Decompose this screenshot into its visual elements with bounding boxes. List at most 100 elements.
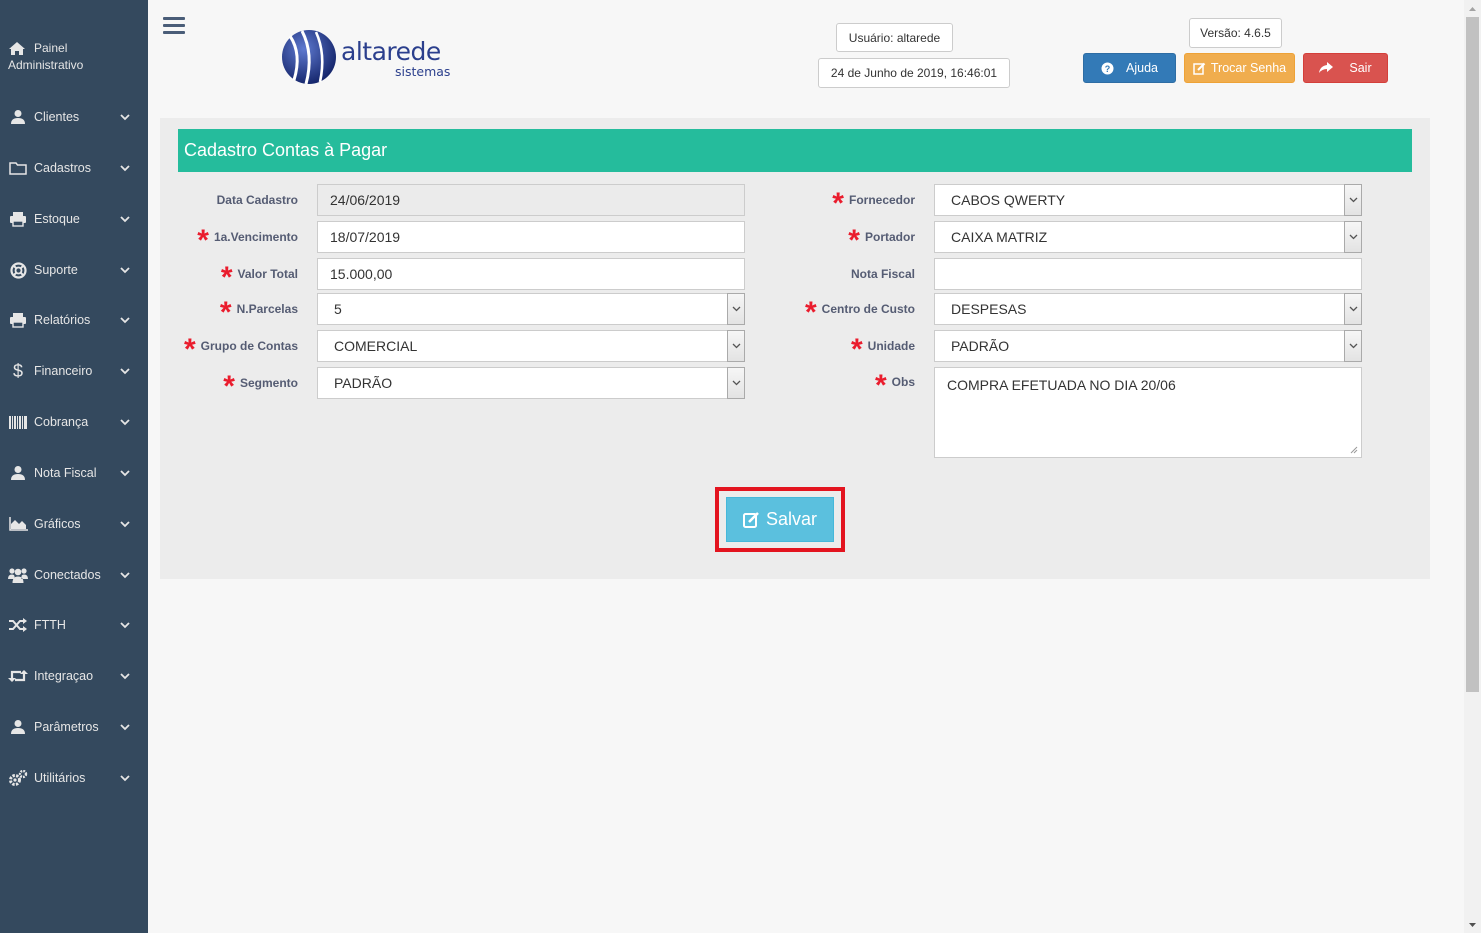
fornecedor-selected-value: CABOS QWERTY [951,192,1066,208]
sidebar-admin-label-1: Painel [34,41,68,55]
chevron-down-icon[interactable] [1344,330,1362,362]
sidebar-item-financeiro[interactable]: $ Financeiro [0,355,148,387]
chevron-down-icon[interactable] [727,293,745,325]
sidebar-item-label: Estoque [34,212,80,226]
share-arrow-icon [1319,62,1334,73]
question-circle-icon: ? [1101,62,1114,74]
parcelas-label: * N.Parcelas [178,293,298,329]
parcelas-label-text: N.Parcelas [236,302,298,316]
sidebar-item-integracao[interactable]: Integraçao [0,660,148,692]
sidebar-item-suporte[interactable]: Suporte [0,254,148,286]
data-cadastro-field: 24/06/2019 [317,184,745,216]
user-icon [7,719,29,735]
portador-select[interactable]: CAIXA MATRIZ [934,221,1362,253]
sidebar-item-nota-fiscal[interactable]: Nota Fiscal [0,457,148,489]
centro-custo-label: * Centro de Custo [795,293,915,328]
sidebar-item-conectados[interactable]: Conectados [0,559,148,591]
resize-grip-icon[interactable] [1350,446,1358,454]
fornecedor-label: * Fornecedor [795,184,915,219]
vertical-scrollbar[interactable] [1464,0,1481,933]
save-button[interactable]: Salvar [726,497,834,542]
unidade-label: * Unidade [795,330,915,365]
sidebar-item-estoque[interactable]: Estoque [0,203,148,235]
chevron-down-icon [118,723,132,731]
gears-icon [7,769,29,787]
parcelas-select[interactable]: 5 [317,293,745,325]
portador-label: * Portador [795,221,915,256]
chevron-down-icon[interactable] [727,367,745,399]
globe-logo-icon [282,30,336,85]
retweet-icon [7,669,29,683]
required-asterisk-icon: * [223,370,235,403]
unidade-label-text: Unidade [867,339,915,353]
sidebar-item-ftth[interactable]: FTTH [0,609,148,641]
printer-icon [7,211,29,227]
vencimento-label-text: 1a.Vencimento [213,230,298,244]
sidebar-item-label: Integraçao [34,669,94,683]
segmento-select[interactable]: PADRÃO [317,367,745,399]
grupo-contas-select[interactable]: COMERCIAL [317,330,745,362]
save-label: Salvar [765,509,818,529]
help-label: Ajuda [1126,61,1158,75]
sidebar-admin-panel[interactable]: Painel Administrativo [8,40,138,74]
grupo-contas-selected-value: COMERCIAL [334,338,418,354]
chevron-down-icon [118,316,132,324]
logo: altarede sistemas [278,27,468,89]
fornecedor-label-text: Fornecedor [848,193,915,207]
sidebar-item-parametros[interactable]: Parâmetros [0,711,148,743]
change-password-label: Trocar Senha [1210,61,1287,75]
logout-button[interactable]: Sair [1303,53,1388,83]
valor-total-label: * Valor Total [178,258,298,294]
data-cadastro-label-text: Data Cadastro [216,193,298,207]
unidade-select[interactable]: PADRÃO [934,330,1362,362]
chevron-down-icon [118,113,132,121]
sidebar-item-cadastros[interactable]: Cadastros [0,152,148,184]
fornecedor-select[interactable]: CABOS QWERTY [934,184,1362,216]
chevron-down-icon[interactable] [1344,221,1362,253]
nota-fiscal-field[interactable] [934,258,1362,290]
printer-icon [7,312,29,328]
folder-icon [7,161,29,175]
portador-label-text: Portador [864,230,915,244]
sidebar-item-label: Nota Fiscal [34,466,97,480]
chevron-down-icon[interactable] [1344,184,1362,216]
sidebar-item-label: Relatórios [34,313,91,327]
centro-custo-label-text: Centro de Custo [821,302,915,316]
chevron-down-icon [118,621,132,629]
panel-title: Cadastro Contas à Pagar [178,129,1412,172]
sidebar-item-label: Conectados [34,568,101,582]
chevron-down-icon [118,164,132,172]
sidebar-item-cobranca[interactable]: Cobrança [0,406,148,438]
segmento-label-text: Segmento [239,376,298,390]
sidebar-item-label: Parâmetros [34,720,99,734]
chevron-down-icon[interactable] [1344,293,1362,325]
obs-textarea[interactable]: COMPRA EFETUADA NO DIA 20/06 [934,367,1362,458]
required-asterisk-icon: * [220,261,233,294]
sidebar-item-label: Suporte [34,263,78,277]
chevron-down-icon [118,520,132,528]
sidebar-item-label: Financeiro [34,364,93,378]
sidebar-item-utilitarios[interactable]: Utilitários [0,762,148,794]
menu-toggle-icon[interactable] [163,17,185,35]
sidebar-item-graficos[interactable]: Gráficos [0,508,148,540]
sidebar-item-clientes[interactable]: Clientes [0,101,148,133]
centro-custo-select[interactable]: DESPESAS [934,293,1362,325]
chevron-down-icon[interactable] [727,330,745,362]
chevron-down-icon [118,215,132,223]
valor-total-field[interactable]: 15.000,00 [317,258,745,290]
chevron-down-icon [118,367,132,375]
scrollbar-thumb[interactable] [1466,17,1479,692]
help-button[interactable]: ? Ajuda [1083,53,1176,83]
barcode-icon [7,415,29,429]
scroll-up-icon[interactable] [1464,0,1481,17]
area-chart-icon [7,517,29,531]
sidebar-item-relatorios[interactable]: Relatórios [0,304,148,336]
required-asterisk-icon: * [183,333,196,366]
change-password-button[interactable]: Trocar Senha [1184,53,1295,83]
required-asterisk-icon: * [219,296,232,329]
chevron-down-icon [118,672,132,680]
scroll-down-icon[interactable] [1464,916,1481,933]
obs-label: * Obs [795,367,915,401]
obs-label-text: Obs [891,375,915,389]
vencimento-field[interactable]: 18/07/2019 [317,221,745,253]
